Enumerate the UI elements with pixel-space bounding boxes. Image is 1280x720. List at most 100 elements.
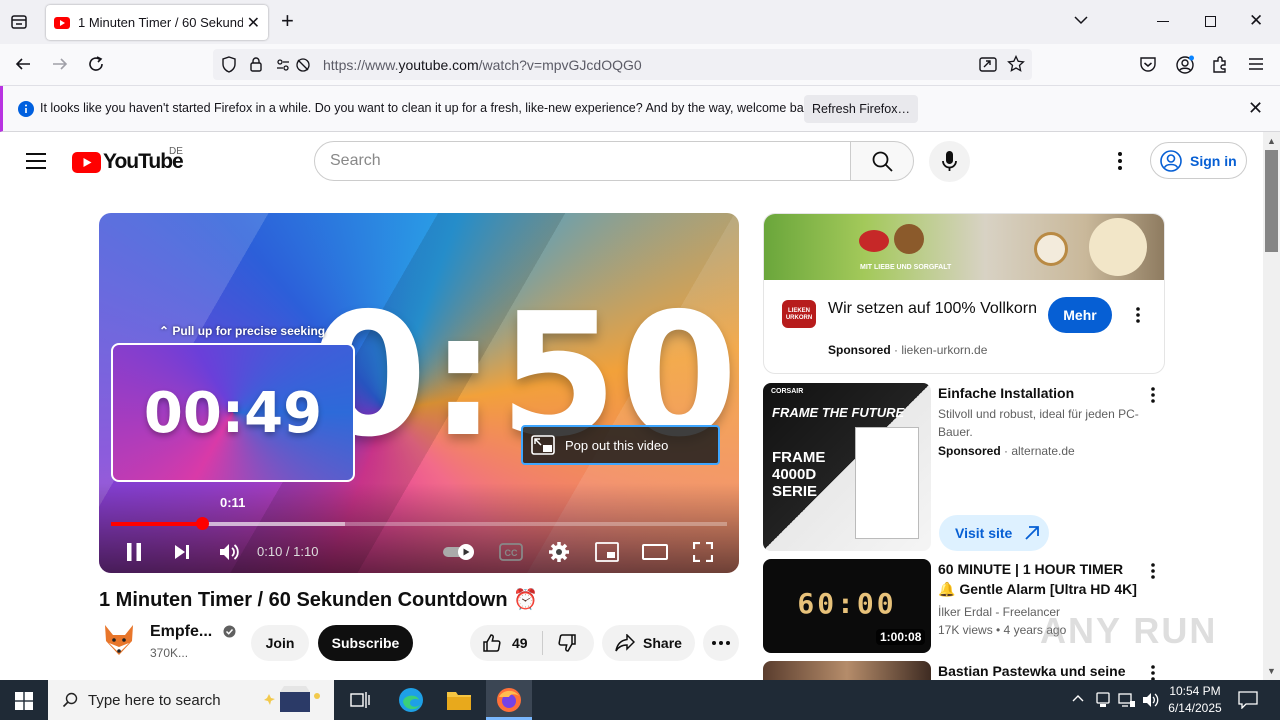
guide-menu-icon[interactable] [26,153,46,169]
microphone-icon [942,151,957,172]
network-icon[interactable] [1118,692,1136,708]
permissions-icon[interactable] [276,57,312,73]
forward-arrow-icon[interactable] [51,55,69,73]
channel-avatar[interactable] [99,619,139,659]
page-scrollbar[interactable]: ▲ ▼ [1263,132,1280,680]
next-icon[interactable] [169,531,195,573]
voice-search-button[interactable] [929,141,970,182]
ad2-menu-icon[interactable] [1143,385,1163,405]
more-actions-button[interactable] [703,625,739,661]
notifications-icon[interactable] [1238,691,1258,709]
settings-more-icon[interactable] [1117,152,1123,170]
miniplayer-icon[interactable] [593,531,621,573]
share-button[interactable]: Share [602,625,695,661]
related-video-menu-icon[interactable] [1143,561,1163,581]
fullscreen-icon[interactable] [689,531,717,573]
clock-date: 6/14/2025 [1168,701,1222,715]
subscribe-button[interactable]: Subscribe [318,625,413,661]
ad-headline[interactable]: Wir setzen auf 100% Vollkorn [828,298,1038,320]
file-explorer-icon[interactable] [446,689,472,711]
ad-thumbnail[interactable]: CORSAIR FRAME THE FUTURE FRAME 4000D SER… [763,383,931,551]
ad-menu-icon[interactable] [1128,305,1148,325]
settings-gear-icon[interactable] [546,531,572,573]
advertiser-logo[interactable]: LIEKEN URKORN [782,300,816,328]
related-video-menu-icon[interactable] [1143,663,1163,680]
ad2-title[interactable]: Einfache Installation [938,383,1138,403]
reader-view-icon[interactable] [979,56,997,73]
tea-cup-image [1034,232,1068,266]
ad-card[interactable]: MIT LIEBE UND SORGFALT LIEKEN URKORN Wir… [763,213,1165,374]
firefox-icon [496,687,522,713]
related-video-title[interactable]: 60 MINUTE | 1 HOUR TIMER 🔔 Gentle Alarm … [938,559,1138,599]
lock-icon[interactable] [249,56,263,73]
ad-thumb-slogan: FRAME THE FUTURE [772,405,905,420]
video-duration-badge: 1:00:08 [876,629,926,645]
pocket-icon[interactable] [1139,56,1157,73]
shield-icon[interactable] [221,56,237,73]
ad-thumb-brand: CORSAIR [771,388,804,395]
device-icon[interactable] [1096,692,1110,708]
tab-close-icon[interactable]: ✕ [247,13,260,33]
visit-site-button[interactable]: Visit site [939,515,1049,551]
pause-icon[interactable] [121,531,147,573]
theater-mode-icon[interactable] [641,531,669,573]
like-dislike-group: 49 [470,625,594,661]
pop-out-icon [531,435,555,455]
thumb-timer-text: 60:00 [797,587,897,620]
taskbar-clock[interactable]: 10:54 PM 6/14/2025 [1158,683,1232,717]
ad-cta-button[interactable]: Mehr [1048,297,1112,333]
time-display: 0:10 / 1:10 [257,544,319,559]
bookmark-star-icon[interactable] [1007,55,1025,73]
windows-start-icon[interactable] [15,692,33,710]
like-count[interactable]: 49 [512,635,528,651]
taskbar-search-box[interactable]: Type here to search [48,680,334,720]
new-tab-icon[interactable]: + [281,10,294,32]
browser-tab-active[interactable]: 1 Minuten Timer / 60 Sekunden ✕ [46,5,268,40]
address-bar[interactable]: https://www.youtube.com/watch?v=mpvGJcdO… [213,49,1032,80]
sign-in-button[interactable]: Sign in [1150,142,1247,179]
scroll-up-arrow-icon[interactable]: ▲ [1267,136,1276,146]
youtube-logo[interactable]: YouTube DE [72,146,184,174]
window-close-icon[interactable]: ✕ [1249,11,1263,31]
firefox-notification-bar: It looks like you haven't started Firefo… [0,86,1280,132]
more-horizontal-icon [712,641,730,645]
taskbar-search-placeholder: Type here to search [88,691,221,709]
tab-overflow-chevron-icon[interactable] [1073,14,1089,26]
seek-bar[interactable] [111,517,727,530]
subtitles-icon[interactable]: CC [498,531,524,573]
scrollbar-thumb[interactable] [1265,150,1278,252]
show-hidden-icons-chevron-icon[interactable] [1072,694,1084,702]
firefox-taskbar-button[interactable] [486,680,532,720]
thumbs-up-icon[interactable] [482,633,502,653]
edge-browser-icon[interactable] [398,687,424,713]
refresh-firefox-button[interactable]: Refresh Firefox… [804,95,918,123]
extensions-icon[interactable] [1211,55,1229,74]
video-player[interactable]: 0:50 ⌃ Pull up for precise seeking 00:49… [99,213,739,573]
account-icon[interactable] [1175,55,1195,75]
hamburger-menu-icon[interactable] [1249,58,1263,70]
reload-icon[interactable] [87,55,105,73]
bread-image [894,224,924,254]
search-input[interactable]: Search [314,141,852,181]
scrubber-handle[interactable] [195,517,209,530]
volume-icon[interactable] [216,531,242,573]
task-view-icon[interactable] [350,691,370,709]
ad-banner-text: MIT LIEBE UND SORGFALT [860,264,952,271]
join-button[interactable]: Join [251,625,309,661]
video-thumbnail[interactable] [763,661,931,680]
channel-name[interactable]: Empfe... [150,623,236,641]
back-arrow-icon[interactable] [14,55,32,73]
notification-close-icon[interactable]: ✕ [1248,98,1263,119]
restore-icon[interactable] [1205,16,1216,27]
minimize-icon[interactable] [1157,21,1169,22]
scroll-down-arrow-icon[interactable]: ▼ [1267,666,1276,676]
thumbs-down-icon[interactable] [557,633,577,653]
tab-list-icon[interactable] [10,13,28,31]
hover-timestamp: 0:11 [220,495,246,510]
related-video-title[interactable]: Bastian Pastewka und seine [938,661,1138,680]
search-button[interactable] [850,141,914,181]
ad-banner-image[interactable]: MIT LIEBE UND SORGFALT [764,214,1164,280]
url-text[interactable]: https://www.youtube.com/watch?v=mpvGJcdO… [323,57,642,73]
pop-out-video-button[interactable]: Pop out this video [521,425,720,465]
autoplay-toggle-icon[interactable] [441,531,479,573]
